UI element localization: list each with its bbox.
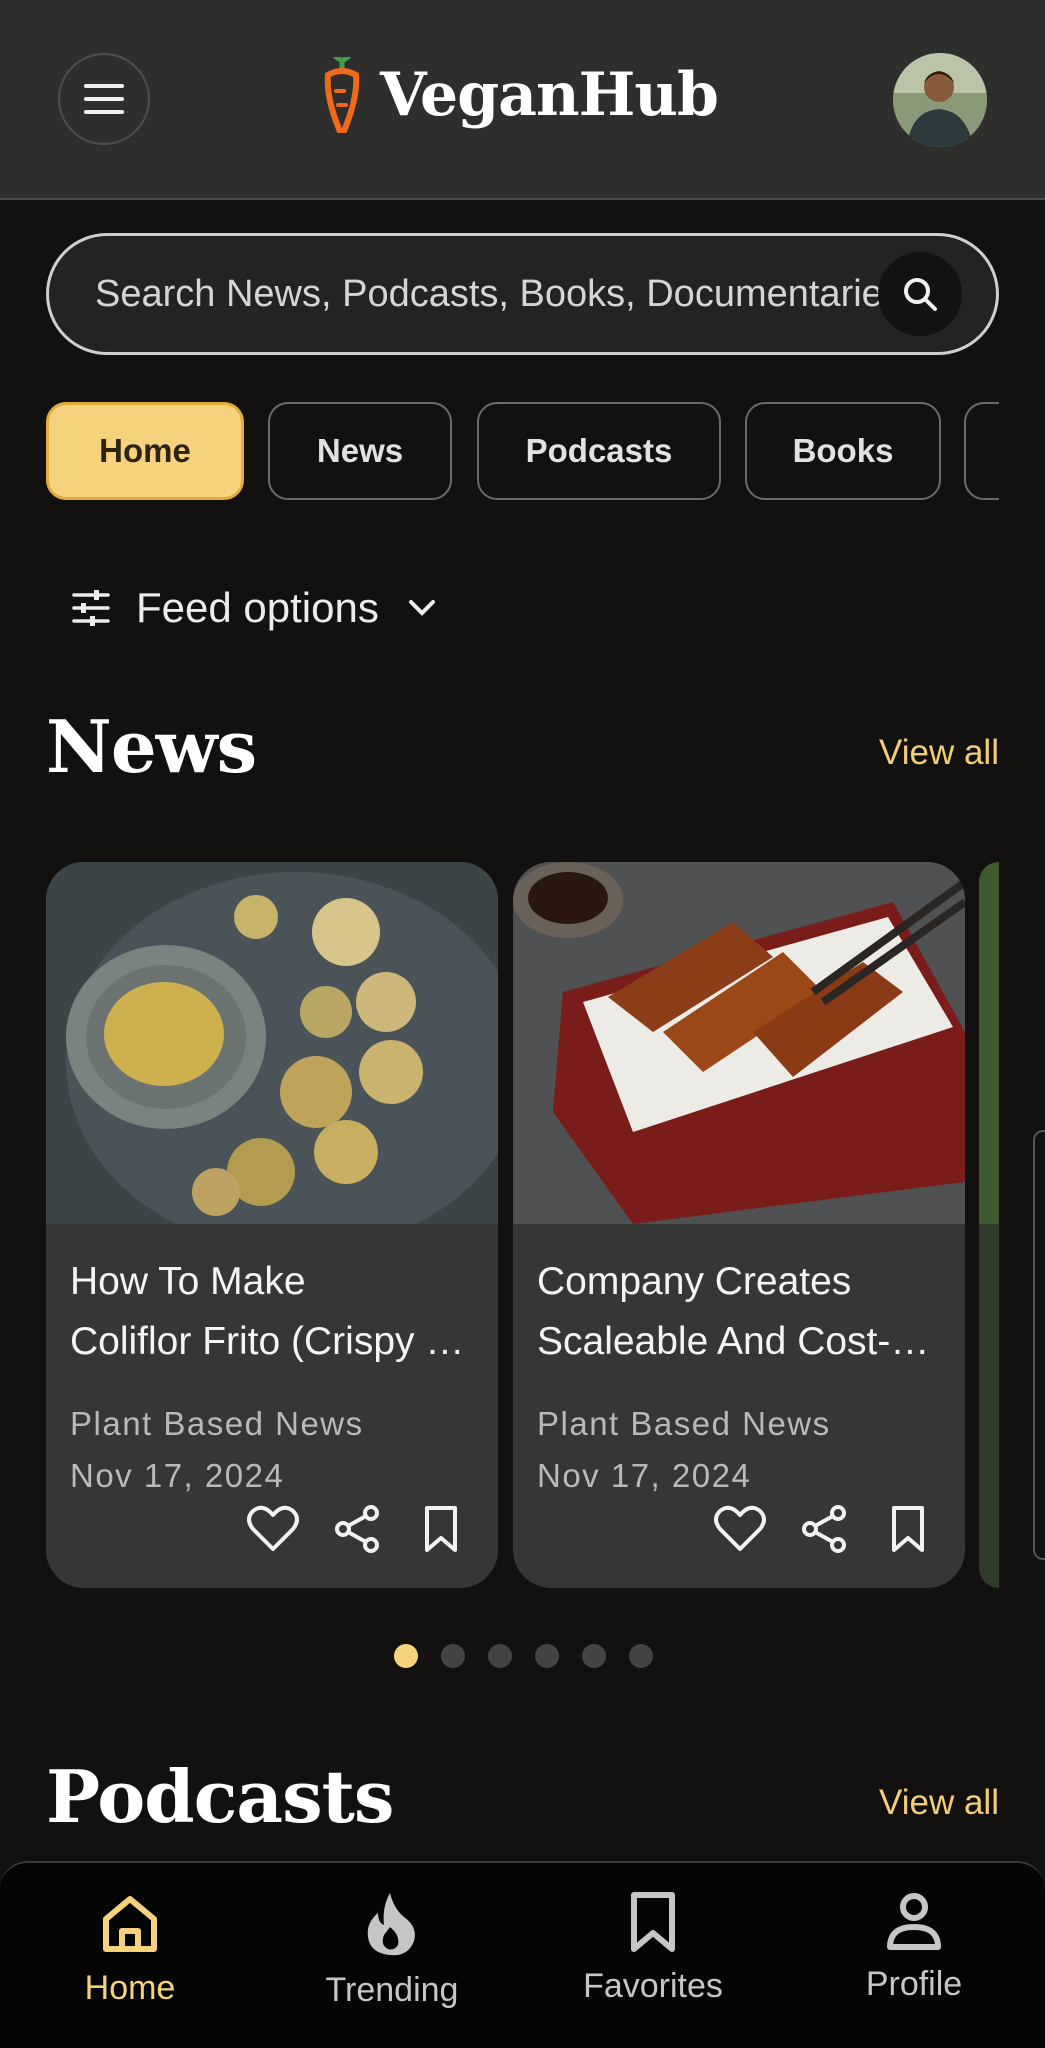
home-icon: [103, 1896, 157, 1952]
heart-icon: [714, 1505, 766, 1551]
tab-podcasts[interactable]: Podcasts: [477, 402, 721, 500]
bookmark-icon: [631, 1892, 675, 1952]
tab-books[interactable]: Books: [745, 402, 941, 500]
share-icon: [335, 1505, 379, 1553]
nav-profile-label: Profile: [865, 1965, 963, 2003]
nav-home-label: Home: [84, 1969, 176, 2007]
tab-home[interactable]: Home: [46, 402, 244, 500]
app-header: VeganHub: [0, 0, 1045, 200]
bottom-navigation: Home Trending Favorites Profile: [0, 1861, 1045, 2048]
tab-news[interactable]: News: [268, 402, 452, 500]
news-card-title: How To Make Coliflor Frito (Crispy Cauli…: [70, 1260, 480, 1363]
tune-sliders-icon: [72, 590, 110, 626]
nav-favorites[interactable]: Favorites: [538, 1891, 768, 2031]
podcasts-section-title: Podcasts: [46, 1754, 394, 1839]
news-card[interactable]: How To Make Coliflor Frito (Crispy Cauli…: [46, 862, 498, 1588]
news-card-title: Company Creates Scaleable And Cost-Effec…: [537, 1260, 947, 1363]
share-icon: [802, 1505, 846, 1553]
nav-favorites-label: Favorites: [583, 1967, 723, 2005]
hamburger-menu-icon: [84, 84, 124, 114]
search-button[interactable]: [878, 252, 962, 336]
avatar-photo: [893, 53, 987, 147]
news-card-date: Nov 17, 2024: [537, 1457, 752, 1494]
tab-next-partial[interactable]: [964, 402, 999, 500]
chevron-down-icon: [408, 600, 435, 616]
pagination-dot[interactable]: [582, 1644, 606, 1668]
feed-options-label: Feed options: [136, 584, 379, 631]
news-card-image: [46, 862, 498, 1224]
app-name: VeganHub: [380, 60, 719, 130]
share-button[interactable]: [330, 1502, 384, 1556]
like-button[interactable]: [713, 1502, 767, 1556]
news-card-next-partial[interactable]: [979, 862, 999, 1588]
news-card-image: [513, 862, 965, 1224]
search-input[interactable]: [95, 264, 925, 324]
flame-icon: [367, 1893, 415, 1956]
app-logo[interactable]: VeganHub: [322, 55, 719, 135]
pagination-dot[interactable]: [629, 1644, 653, 1668]
pagination-dot[interactable]: [488, 1644, 512, 1668]
news-card[interactable]: Company Creates Scaleable And Cost-Effec…: [513, 862, 965, 1588]
news-card-source: Plant Based News: [70, 1405, 364, 1442]
bookmark-button[interactable]: [881, 1502, 935, 1556]
carrot-logo-icon: [324, 57, 360, 133]
category-tabs: Home News Podcasts Books: [46, 402, 999, 502]
nav-home[interactable]: Home: [15, 1891, 245, 2031]
heart-icon: [247, 1505, 299, 1551]
bookmark-icon: [892, 1506, 924, 1552]
nav-profile[interactable]: Profile: [799, 1891, 1029, 2031]
user-avatar[interactable]: [893, 53, 987, 147]
like-button[interactable]: [246, 1502, 300, 1556]
pagination-dot[interactable]: [441, 1644, 465, 1668]
search-bar: [46, 233, 999, 355]
search-icon: [904, 278, 937, 311]
pagination-dot[interactable]: [535, 1644, 559, 1668]
nav-trending-label: Trending: [325, 1971, 459, 2009]
menu-button[interactable]: [58, 53, 150, 145]
news-carousel-pagination: [394, 1644, 653, 1668]
news-section-title: News: [46, 704, 257, 789]
news-view-all-link[interactable]: View all: [879, 733, 999, 773]
news-card-date: Nov 17, 2024: [70, 1457, 285, 1494]
news-card-source: Plant Based News: [537, 1405, 831, 1442]
bookmark-icon: [425, 1506, 457, 1552]
person-icon: [887, 1893, 941, 1950]
nav-trending[interactable]: Trending: [277, 1891, 507, 2031]
pagination-dot[interactable]: [394, 1644, 418, 1668]
scroll-edge-handle: [1033, 1130, 1045, 1560]
podcasts-view-all-link[interactable]: View all: [879, 1783, 999, 1823]
share-button[interactable]: [797, 1502, 851, 1556]
bookmark-button[interactable]: [414, 1502, 468, 1556]
feed-options-toggle[interactable]: Feed options: [72, 573, 437, 643]
